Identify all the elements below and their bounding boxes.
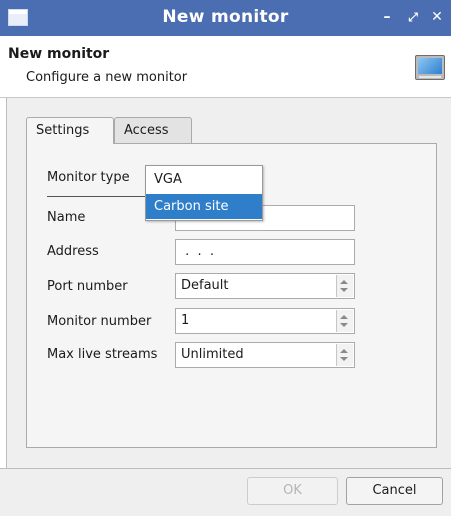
dropdown-option-vga[interactable]: VGA (146, 167, 262, 192)
ok-button[interactable]: OK (247, 477, 338, 505)
max-live-streams-spin-arrows[interactable] (336, 344, 353, 366)
monitor-type-separator (47, 196, 147, 197)
dialog-header: New monitor Configure a new monitor (0, 36, 451, 98)
header-title: New monitor (8, 46, 110, 62)
max-live-streams-spinbox[interactable]: Unlimited (175, 342, 355, 368)
cancel-button[interactable]: Cancel (346, 477, 443, 505)
spin-down-icon[interactable] (340, 357, 348, 361)
monitor-number-spinbox[interactable]: 1 (175, 308, 355, 334)
monitor-type-dropdown-list[interactable]: VGA Carbon site (145, 165, 263, 221)
spin-up-icon[interactable] (340, 349, 348, 353)
spin-up-icon[interactable] (340, 315, 348, 319)
name-label: Name (47, 210, 86, 225)
close-icon[interactable]: ✕ (428, 8, 446, 26)
header-subtitle: Configure a new monitor (26, 70, 188, 85)
address-field[interactable]: . . . (175, 239, 355, 265)
minimize-icon[interactable]: – (378, 8, 396, 26)
dropdown-option-carbon-site[interactable]: Carbon site (146, 194, 262, 219)
port-number-label: Port number (47, 279, 128, 294)
port-number-spinbox[interactable]: Default (175, 273, 355, 299)
monitor-number-spin-arrows[interactable] (336, 310, 353, 332)
address-label: Address (47, 244, 99, 259)
spin-up-icon[interactable] (340, 280, 348, 284)
maximize-icon[interactable]: ⤢ (404, 8, 422, 26)
spin-down-icon[interactable] (340, 288, 348, 292)
spin-down-icon[interactable] (340, 323, 348, 327)
monitor-number-label: Monitor number (47, 314, 152, 329)
tab-access[interactable]: Access (114, 117, 192, 143)
max-live-streams-value: Unlimited (181, 347, 244, 362)
monitor-icon (415, 55, 445, 80)
window-titlebar: New monitor – ⤢ ✕ (0, 0, 451, 36)
port-number-spin-arrows[interactable] (336, 275, 353, 297)
port-number-value: Default (181, 278, 229, 293)
max-live-streams-label: Max live streams (47, 347, 158, 362)
tab-settings[interactable]: Settings (26, 117, 114, 144)
monitor-type-label: Monitor type (47, 170, 130, 185)
monitor-number-value: 1 (181, 313, 190, 328)
